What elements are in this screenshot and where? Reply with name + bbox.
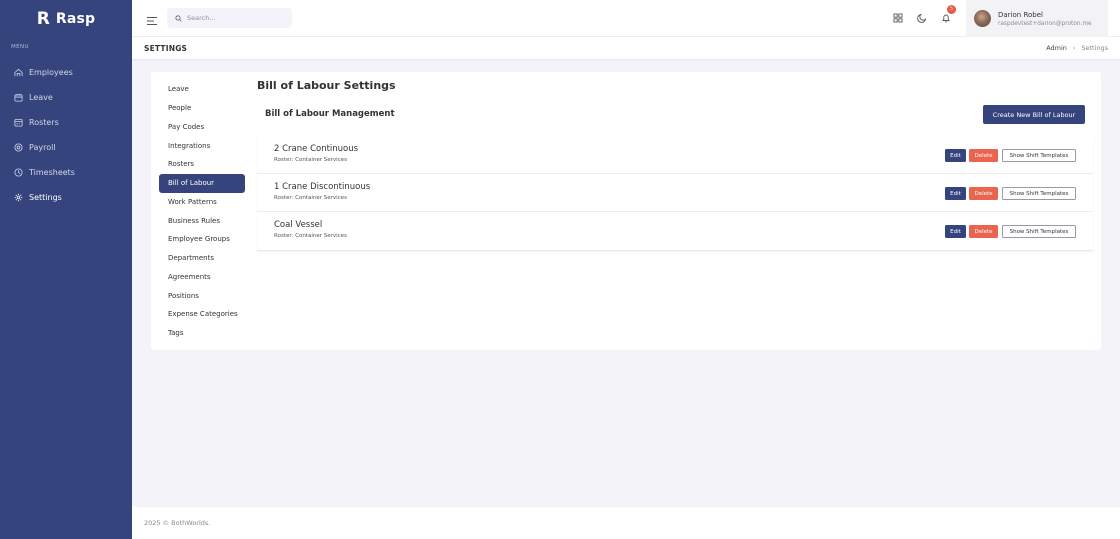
- search-icon: [175, 14, 182, 22]
- dark-mode-moon-icon[interactable]: [916, 12, 928, 24]
- management-title: Bill of Labour Management: [265, 109, 395, 119]
- show-shift-templates-button[interactable]: Show Shift Templates: [1002, 149, 1076, 162]
- sidebar-item-label: Payroll: [29, 143, 56, 152]
- search-input[interactable]: [187, 14, 287, 22]
- delete-button[interactable]: Delete: [969, 225, 998, 238]
- settings-menu-business-rules[interactable]: Business Rules: [159, 211, 245, 230]
- edit-button[interactable]: Edit: [945, 187, 966, 200]
- sidebar-item-label: Settings: [29, 193, 62, 202]
- footer: 2025 © BothWorlds.: [132, 507, 1120, 539]
- settings-menu-bill-of-labour[interactable]: Bill of Labour: [159, 173, 245, 193]
- sidebar-item-label: Timesheets: [29, 168, 75, 177]
- avatar: [974, 10, 991, 27]
- footer-copyright: 2025 © BothWorlds.: [144, 519, 211, 527]
- sidebar-item-rosters[interactable]: Rosters: [0, 110, 132, 135]
- bill-name: 2 Crane Continuous: [274, 144, 359, 154]
- settings-menu: Leave People Pay Codes Integrations Rost…: [159, 80, 245, 343]
- settings-menu-work-patterns[interactable]: Work Patterns: [159, 193, 245, 212]
- settings-menu-pay-codes[interactable]: Pay Codes: [159, 118, 245, 137]
- brand-logo[interactable]: R Rasp: [0, 0, 132, 37]
- bill-roster: Roster: Container Services: [274, 233, 347, 239]
- edit-button[interactable]: Edit: [945, 225, 966, 238]
- leave-icon: [12, 92, 24, 104]
- apps-grid-icon[interactable]: [892, 12, 904, 24]
- settings-card: Leave People Pay Codes Integrations Rost…: [151, 72, 1101, 350]
- topbar: 5 Darion Robel raspdevtest+darion@proton…: [132, 0, 1120, 37]
- settings-menu-people[interactable]: People: [159, 99, 245, 118]
- settings-menu-rosters[interactable]: Rosters: [159, 155, 245, 174]
- sidebar-item-leave[interactable]: Leave: [0, 85, 132, 110]
- settings-menu-leave[interactable]: Leave: [159, 80, 245, 99]
- bill-roster: Roster: Container Services: [274, 195, 347, 201]
- sidebar-item-timesheets[interactable]: Timesheets: [0, 160, 132, 185]
- edit-button[interactable]: Edit: [945, 149, 966, 162]
- sidebar: R Rasp MENU Employees Leave Rosters Payr…: [0, 0, 132, 539]
- settings-menu-agreements[interactable]: Agreements: [159, 268, 245, 287]
- menu-title: MENU: [11, 44, 29, 50]
- sidebar-item-settings[interactable]: Settings: [0, 185, 132, 210]
- menu-toggle-icon[interactable]: [146, 12, 158, 25]
- settings-icon: [12, 192, 24, 204]
- settings-menu-tags[interactable]: Tags: [159, 324, 245, 343]
- breadcrumb-current: Settings: [1081, 44, 1108, 52]
- bill-roster: Roster: Container Services: [274, 157, 347, 163]
- sidebar-item-employees[interactable]: Employees: [0, 60, 132, 85]
- user-name: Darion Robel: [998, 10, 1043, 19]
- create-bill-of-labour-button[interactable]: Create New Bill of Labour: [983, 105, 1085, 124]
- search-box[interactable]: [167, 8, 292, 28]
- settings-menu-positions[interactable]: Positions: [159, 286, 245, 305]
- user-menu[interactable]: Darion Robel raspdevtest+darion@proton.m…: [966, 0, 1108, 37]
- sidebar-item-label: Leave: [29, 93, 53, 102]
- page-title: SETTINGS: [144, 44, 188, 53]
- bill-of-labour-list: 2 Crane Continuous Roster: Container Ser…: [257, 136, 1093, 251]
- logo-text: Rasp: [55, 10, 96, 27]
- delete-button[interactable]: Delete: [969, 149, 998, 162]
- show-shift-templates-button[interactable]: Show Shift Templates: [1002, 187, 1076, 200]
- content-title: Bill of Labour Settings: [257, 79, 396, 92]
- sidebar-item-payroll[interactable]: Payroll: [0, 135, 132, 160]
- settings-menu-integrations[interactable]: Integrations: [159, 136, 245, 155]
- show-shift-templates-button[interactable]: Show Shift Templates: [1002, 225, 1076, 238]
- settings-menu-departments[interactable]: Departments: [159, 249, 245, 268]
- rosters-icon: [12, 117, 24, 129]
- sidebar-item-label: Rosters: [29, 118, 59, 127]
- bill-name: 1 Crane Discontinuous: [274, 182, 371, 192]
- sidebar-nav: Employees Leave Rosters Payroll Timeshee…: [0, 60, 132, 210]
- list-item: Coal Vessel Roster: Container Services E…: [257, 212, 1093, 250]
- list-item: 2 Crane Continuous Roster: Container Ser…: [257, 136, 1093, 174]
- user-email: raspdevtest+darion@proton.me: [998, 20, 1092, 27]
- breadcrumb: Admin › Settings: [1046, 44, 1108, 52]
- sidebar-item-label: Employees: [29, 68, 73, 77]
- timesheets-icon: [12, 167, 24, 179]
- settings-menu-employee-groups[interactable]: Employee Groups: [159, 230, 245, 249]
- payroll-icon: [12, 142, 24, 154]
- notification-count-badge: 5: [947, 5, 956, 14]
- list-item: 1 Crane Discontinuous Roster: Container …: [257, 174, 1093, 212]
- delete-button[interactable]: Delete: [969, 187, 998, 200]
- page-title-bar: SETTINGS Admin › Settings: [132, 37, 1120, 59]
- logo-mark: R: [36, 8, 50, 29]
- employees-icon: [12, 67, 24, 79]
- breadcrumb-admin-link[interactable]: Admin: [1046, 44, 1067, 52]
- chevron-right-icon: ›: [1072, 44, 1076, 52]
- settings-menu-expense-categories[interactable]: Expense Categories: [159, 305, 245, 324]
- bill-name: Coal Vessel: [274, 220, 323, 230]
